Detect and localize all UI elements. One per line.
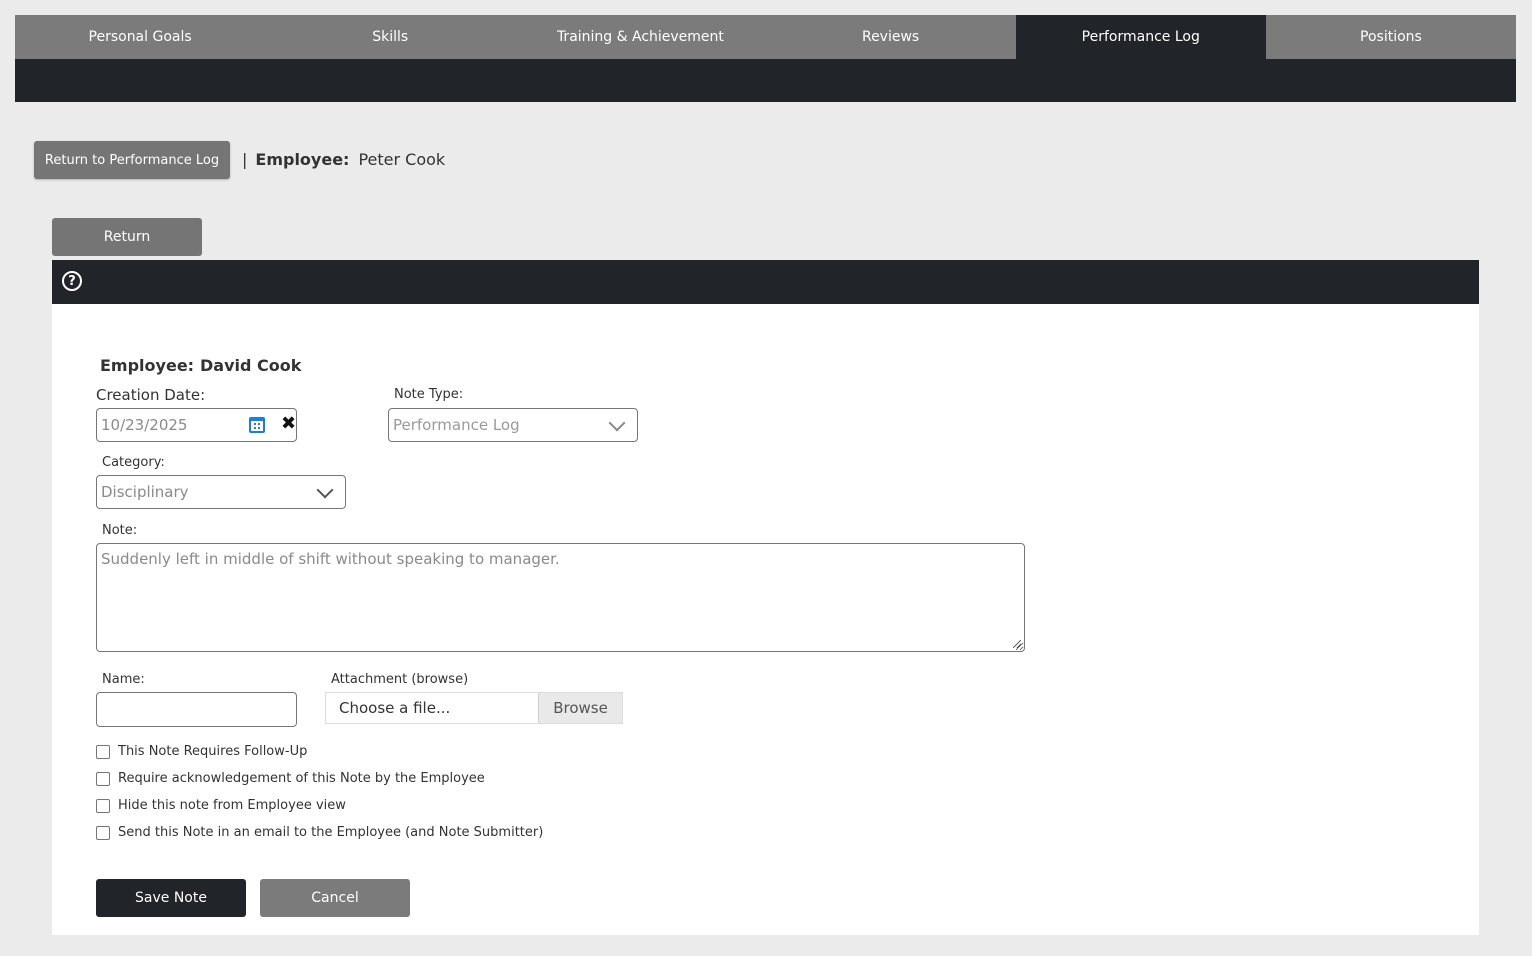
tab-positions[interactable]: Positions	[1266, 15, 1516, 59]
employee-label: Employee:	[100, 356, 195, 375]
return-to-performance-log-button[interactable]: Return to Performance Log	[34, 141, 230, 179]
form-panel-header: ?	[52, 260, 1479, 304]
breadcrumb: | Employee: Peter Cook	[242, 148, 445, 170]
tab-reviews[interactable]: Reviews	[766, 15, 1016, 59]
attachment-label: Attachment (browse)	[331, 672, 469, 687]
note-form-panel: Employee: David Cook Creation Date: 10/2…	[52, 304, 1479, 935]
tab-training-achievement[interactable]: Training & Achievement	[515, 15, 765, 59]
hide-note-checkbox-row[interactable]: Hide this note from Employee view	[96, 798, 346, 813]
creation-date-value: 10/23/2025	[101, 416, 188, 434]
send-email-label: Send this Note in an email to the Employ…	[118, 825, 544, 840]
save-note-button[interactable]: Save Note	[96, 879, 246, 917]
note-textarea[interactable]: Suddenly left in middle of shift without…	[96, 543, 1025, 652]
note-type-value: Performance Log	[393, 416, 520, 434]
cancel-button[interactable]: Cancel	[260, 879, 410, 917]
category-value: Disciplinary	[101, 483, 189, 501]
send-email-checkbox-row[interactable]: Send this Note in an email to the Employ…	[96, 825, 543, 840]
attachment-file-input[interactable]: Choose a file... Browse	[325, 692, 623, 724]
note-text: Suddenly left in middle of shift without…	[101, 550, 560, 568]
employee-name: David Cook	[200, 356, 302, 375]
chevron-down-icon	[608, 414, 626, 432]
acknowledgement-label: Require acknowledgement of this Note by …	[118, 771, 485, 786]
category-select[interactable]: Disciplinary	[96, 475, 346, 509]
tab-skills[interactable]: Skills	[265, 15, 515, 59]
follow-up-checkbox-row[interactable]: This Note Requires Follow-Up	[96, 744, 307, 759]
tab-personal-goals[interactable]: Personal Goals	[15, 15, 265, 59]
send-email-checkbox[interactable]	[96, 825, 110, 840]
note-label: Note:	[102, 523, 138, 538]
hide-note-label: Hide this note from Employee view	[118, 798, 346, 813]
breadcrumb-separator: |	[242, 149, 248, 169]
name-input[interactable]	[96, 692, 297, 727]
browse-button[interactable]: Browse	[538, 693, 622, 723]
sub-navigation-bar	[15, 59, 1516, 102]
tab-performance-log[interactable]: Performance Log	[1015, 15, 1266, 59]
hide-note-checkbox[interactable]	[96, 798, 110, 813]
follow-up-label: This Note Requires Follow-Up	[118, 744, 308, 759]
question-circle-icon[interactable]: ?	[62, 271, 82, 291]
close-icon[interactable]: ✖	[281, 414, 296, 434]
resize-handle-icon[interactable]	[1013, 640, 1021, 648]
chevron-down-icon	[316, 481, 334, 499]
return-button[interactable]: Return	[52, 218, 202, 256]
creation-date-field[interactable]: 10/23/2025 ✖	[96, 408, 297, 442]
name-label: Name:	[102, 672, 145, 687]
note-type-label: Note Type:	[394, 387, 464, 402]
main-tab-bar: Personal Goals Skills Training & Achieve…	[15, 15, 1516, 59]
attachment-placeholder: Choose a file...	[339, 699, 451, 717]
follow-up-checkbox[interactable]	[96, 744, 110, 759]
acknowledgement-checkbox[interactable]	[96, 771, 110, 786]
calendar-icon[interactable]	[249, 417, 265, 433]
acknowledgement-checkbox-row[interactable]: Require acknowledgement of this Note by …	[96, 771, 485, 786]
creation-date-label: Creation Date:	[96, 386, 206, 404]
breadcrumb-employee-label: Employee:	[255, 149, 350, 169]
category-label: Category:	[102, 455, 165, 470]
note-type-select[interactable]: Performance Log	[388, 408, 638, 442]
breadcrumb-employee-name: Peter Cook	[358, 149, 446, 169]
